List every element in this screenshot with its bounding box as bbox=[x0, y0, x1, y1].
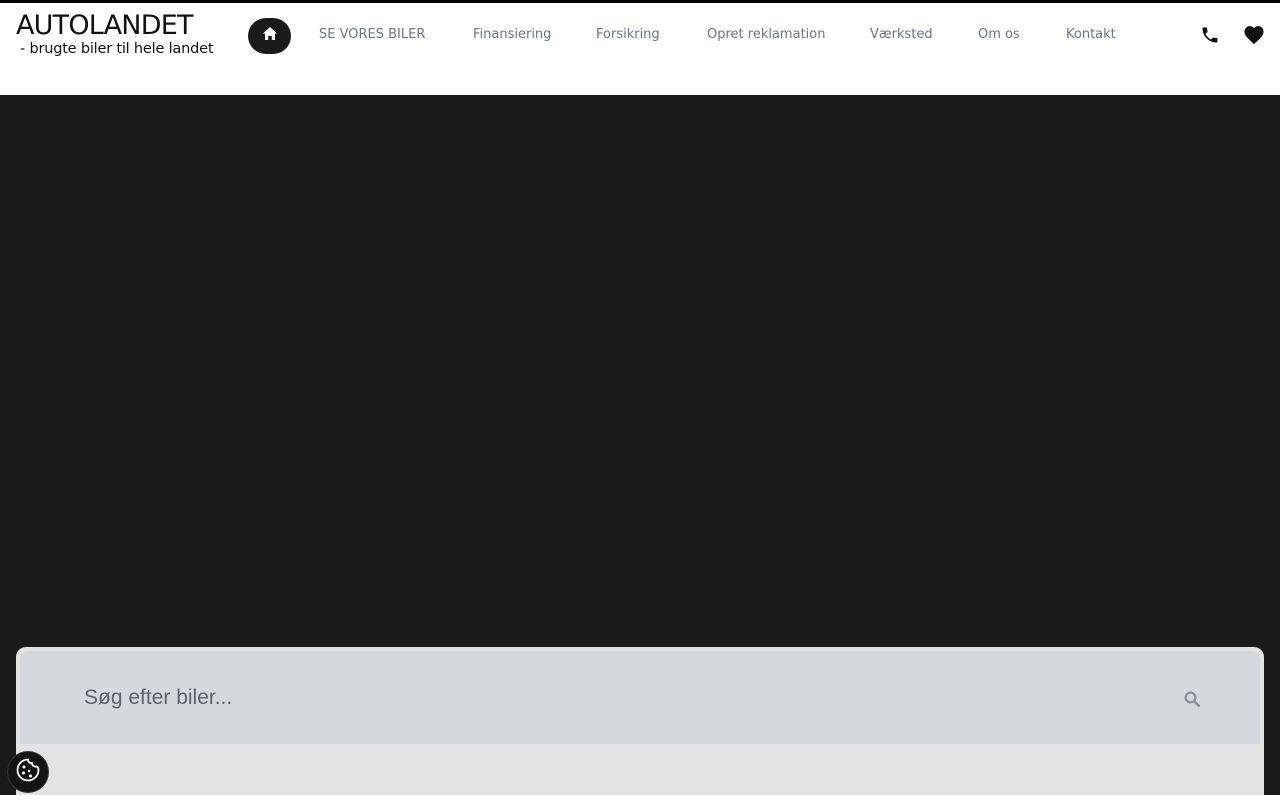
site-header: AUTOLANDET - brugte biler til hele lande… bbox=[0, 3, 1280, 95]
heart-icon bbox=[1243, 25, 1265, 50]
nav-item-se-vores-biler[interactable]: SE VORES BILER bbox=[319, 27, 425, 43]
nav-item-forsikring[interactable]: Forsikring bbox=[596, 27, 660, 43]
phone-icon bbox=[1200, 25, 1220, 50]
logo[interactable]: AUTOLANDET - brugte biler til hele lande… bbox=[16, 10, 214, 63]
cookie-icon bbox=[15, 757, 41, 788]
home-button[interactable] bbox=[248, 18, 291, 54]
nav-item-kontakt[interactable]: Kontakt bbox=[1066, 27, 1116, 43]
phone-button[interactable] bbox=[1197, 24, 1223, 50]
logo-subtitle: - brugte biler til hele landet bbox=[20, 41, 214, 57]
nav-item-finansiering[interactable]: Finansiering bbox=[473, 27, 551, 43]
search-panel bbox=[16, 647, 1264, 795]
favorites-button[interactable] bbox=[1241, 24, 1267, 50]
home-icon bbox=[262, 26, 278, 46]
nav-item-opret-reklamation[interactable]: Opret reklamation bbox=[707, 27, 825, 43]
search-bar bbox=[20, 651, 1260, 744]
cookie-settings-button[interactable] bbox=[8, 752, 48, 792]
search-icon[interactable] bbox=[1180, 687, 1204, 711]
bottom-strip bbox=[0, 795, 1280, 800]
nav-item-vaerksted[interactable]: Værksted bbox=[870, 27, 933, 43]
search-input[interactable] bbox=[68, 677, 1148, 719]
nav-item-om-os[interactable]: Om os bbox=[978, 27, 1020, 43]
logo-title: AUTOLANDET bbox=[16, 10, 193, 41]
